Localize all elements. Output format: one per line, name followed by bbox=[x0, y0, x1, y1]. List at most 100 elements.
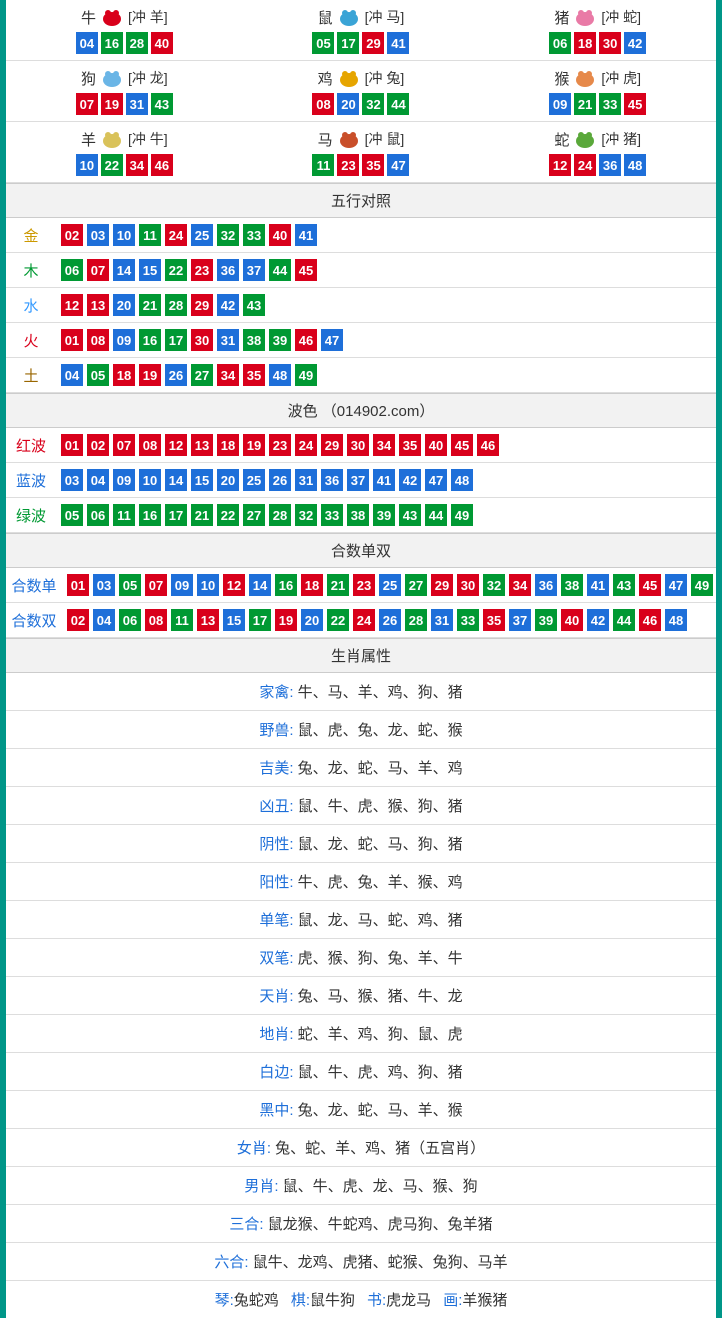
attr-value: 兔、龙、蛇、马、羊、鸡 bbox=[298, 760, 463, 777]
bottom-key: 琴: bbox=[215, 1292, 234, 1309]
number-badge: 11 bbox=[113, 504, 135, 526]
attr-label: 阳性: bbox=[259, 874, 297, 891]
table-row: 土04051819262734354849 bbox=[6, 358, 716, 393]
number-badge: 17 bbox=[165, 329, 187, 351]
zodiac-cell: 鼠[冲 马]05172941 bbox=[243, 0, 480, 61]
zodiac-cell: 蛇[冲 猪]12243648 bbox=[479, 122, 716, 183]
number-badge: 43 bbox=[243, 294, 265, 316]
bottom-value: 羊猴猪 bbox=[462, 1292, 507, 1309]
number-badge: 42 bbox=[587, 609, 609, 631]
number-badge: 47 bbox=[665, 574, 687, 596]
zodiac-icon bbox=[571, 6, 599, 28]
number-badge: 18 bbox=[574, 32, 596, 54]
number-badge: 43 bbox=[613, 574, 635, 596]
number-badge: 34 bbox=[126, 154, 148, 176]
number-badge: 01 bbox=[67, 574, 89, 596]
number-badge: 09 bbox=[549, 93, 571, 115]
number-badge: 44 bbox=[387, 93, 409, 115]
shuxing-header: 生肖属性 bbox=[6, 638, 716, 673]
bottom-key: 书: bbox=[367, 1292, 386, 1309]
number-badge: 15 bbox=[191, 469, 213, 491]
number-badge: 15 bbox=[223, 609, 245, 631]
number-badge: 35 bbox=[399, 434, 421, 456]
number-badge: 23 bbox=[337, 154, 359, 176]
table-row: 绿波05061116172122272832333839434449 bbox=[6, 498, 716, 533]
bottom-value: 兔蛇鸡 bbox=[234, 1292, 279, 1309]
number-badge: 30 bbox=[457, 574, 479, 596]
number-badge: 06 bbox=[61, 259, 83, 281]
number-badge: 45 bbox=[639, 574, 661, 596]
bottom-value: 鼠牛狗 bbox=[310, 1292, 355, 1309]
attr-row: 双笔: 虎、猴、狗、兔、羊、牛 bbox=[6, 939, 716, 977]
number-badge: 20 bbox=[301, 609, 323, 631]
wuxing-header: 五行对照 bbox=[6, 183, 716, 218]
number-badge: 28 bbox=[126, 32, 148, 54]
attr-label: 野兽: bbox=[259, 722, 297, 739]
bottom-value: 虎龙马 bbox=[386, 1292, 431, 1309]
zodiac-clash: [冲 猪] bbox=[601, 129, 641, 149]
number-badge: 17 bbox=[165, 504, 187, 526]
number-badge: 48 bbox=[665, 609, 687, 631]
number-badge: 24 bbox=[165, 224, 187, 246]
attr-value: 鼠、牛、虎、龙、马、猴、狗 bbox=[283, 1178, 478, 1195]
zodiac-name: 羊 bbox=[81, 129, 96, 150]
number-badge: 22 bbox=[101, 154, 123, 176]
number-badge: 17 bbox=[337, 32, 359, 54]
zodiac-cell: 马[冲 鼠]11233547 bbox=[243, 122, 480, 183]
row-content: 0204060811131517192022242628313335373940… bbox=[62, 609, 688, 631]
zodiac-icon bbox=[335, 6, 363, 28]
number-badge: 40 bbox=[561, 609, 583, 631]
zodiac-cell: 猪[冲 蛇]06183042 bbox=[479, 0, 716, 61]
number-badge: 40 bbox=[269, 224, 291, 246]
number-badge: 29 bbox=[431, 574, 453, 596]
number-badge: 12 bbox=[165, 434, 187, 456]
zodiac-icon bbox=[571, 128, 599, 150]
number-badge: 08 bbox=[87, 329, 109, 351]
attr-row: 阳性: 牛、虎、兔、羊、猴、鸡 bbox=[6, 863, 716, 901]
number-badge: 03 bbox=[87, 224, 109, 246]
zodiac-numbers: 06183042 bbox=[483, 32, 712, 54]
number-badge: 05 bbox=[87, 364, 109, 386]
attr-value: 蛇、羊、鸡、狗、鼠、虎 bbox=[298, 1026, 463, 1043]
number-badge: 29 bbox=[321, 434, 343, 456]
number-badge: 09 bbox=[113, 469, 135, 491]
attr-value: 牛、虎、兔、羊、猴、鸡 bbox=[298, 874, 463, 891]
zodiac-numbers: 09213345 bbox=[483, 93, 712, 115]
number-badge: 38 bbox=[243, 329, 265, 351]
number-badge: 10 bbox=[197, 574, 219, 596]
number-badge: 02 bbox=[87, 434, 109, 456]
number-badge: 30 bbox=[347, 434, 369, 456]
number-badge: 34 bbox=[509, 574, 531, 596]
number-badge: 13 bbox=[87, 294, 109, 316]
attr-value: 鼠龙猴、牛蛇鸡、虎马狗、兔羊猪 bbox=[268, 1216, 493, 1233]
number-badge: 22 bbox=[165, 259, 187, 281]
number-badge: 16 bbox=[101, 32, 123, 54]
number-badge: 47 bbox=[387, 154, 409, 176]
attr-value: 鼠、牛、虎、猴、狗、猪 bbox=[298, 798, 463, 815]
attr-label: 家禽: bbox=[259, 684, 297, 701]
table-row: 水1213202128294243 bbox=[6, 288, 716, 323]
number-badge: 20 bbox=[337, 93, 359, 115]
number-badge: 28 bbox=[165, 294, 187, 316]
number-badge: 03 bbox=[93, 574, 115, 596]
number-badge: 24 bbox=[353, 609, 375, 631]
number-badge: 21 bbox=[574, 93, 596, 115]
number-badge: 33 bbox=[321, 504, 343, 526]
attr-row: 天肖: 兔、马、猴、猪、牛、龙 bbox=[6, 977, 716, 1015]
number-badge: 45 bbox=[624, 93, 646, 115]
number-badge: 04 bbox=[93, 609, 115, 631]
number-badge: 11 bbox=[171, 609, 193, 631]
number-badge: 18 bbox=[113, 364, 135, 386]
number-badge: 12 bbox=[223, 574, 245, 596]
table-row: 蓝波03040910141520252631363741424748 bbox=[6, 463, 716, 498]
attr-label: 天肖: bbox=[259, 988, 297, 1005]
number-badge: 40 bbox=[151, 32, 173, 54]
number-badge: 31 bbox=[431, 609, 453, 631]
bottom-pair: 棋:鼠牛狗 bbox=[291, 1289, 355, 1310]
attr-label: 六合: bbox=[214, 1254, 252, 1271]
number-badge: 32 bbox=[483, 574, 505, 596]
number-badge: 20 bbox=[113, 294, 135, 316]
number-badge: 36 bbox=[217, 259, 239, 281]
number-badge: 19 bbox=[139, 364, 161, 386]
number-badge: 08 bbox=[145, 609, 167, 631]
